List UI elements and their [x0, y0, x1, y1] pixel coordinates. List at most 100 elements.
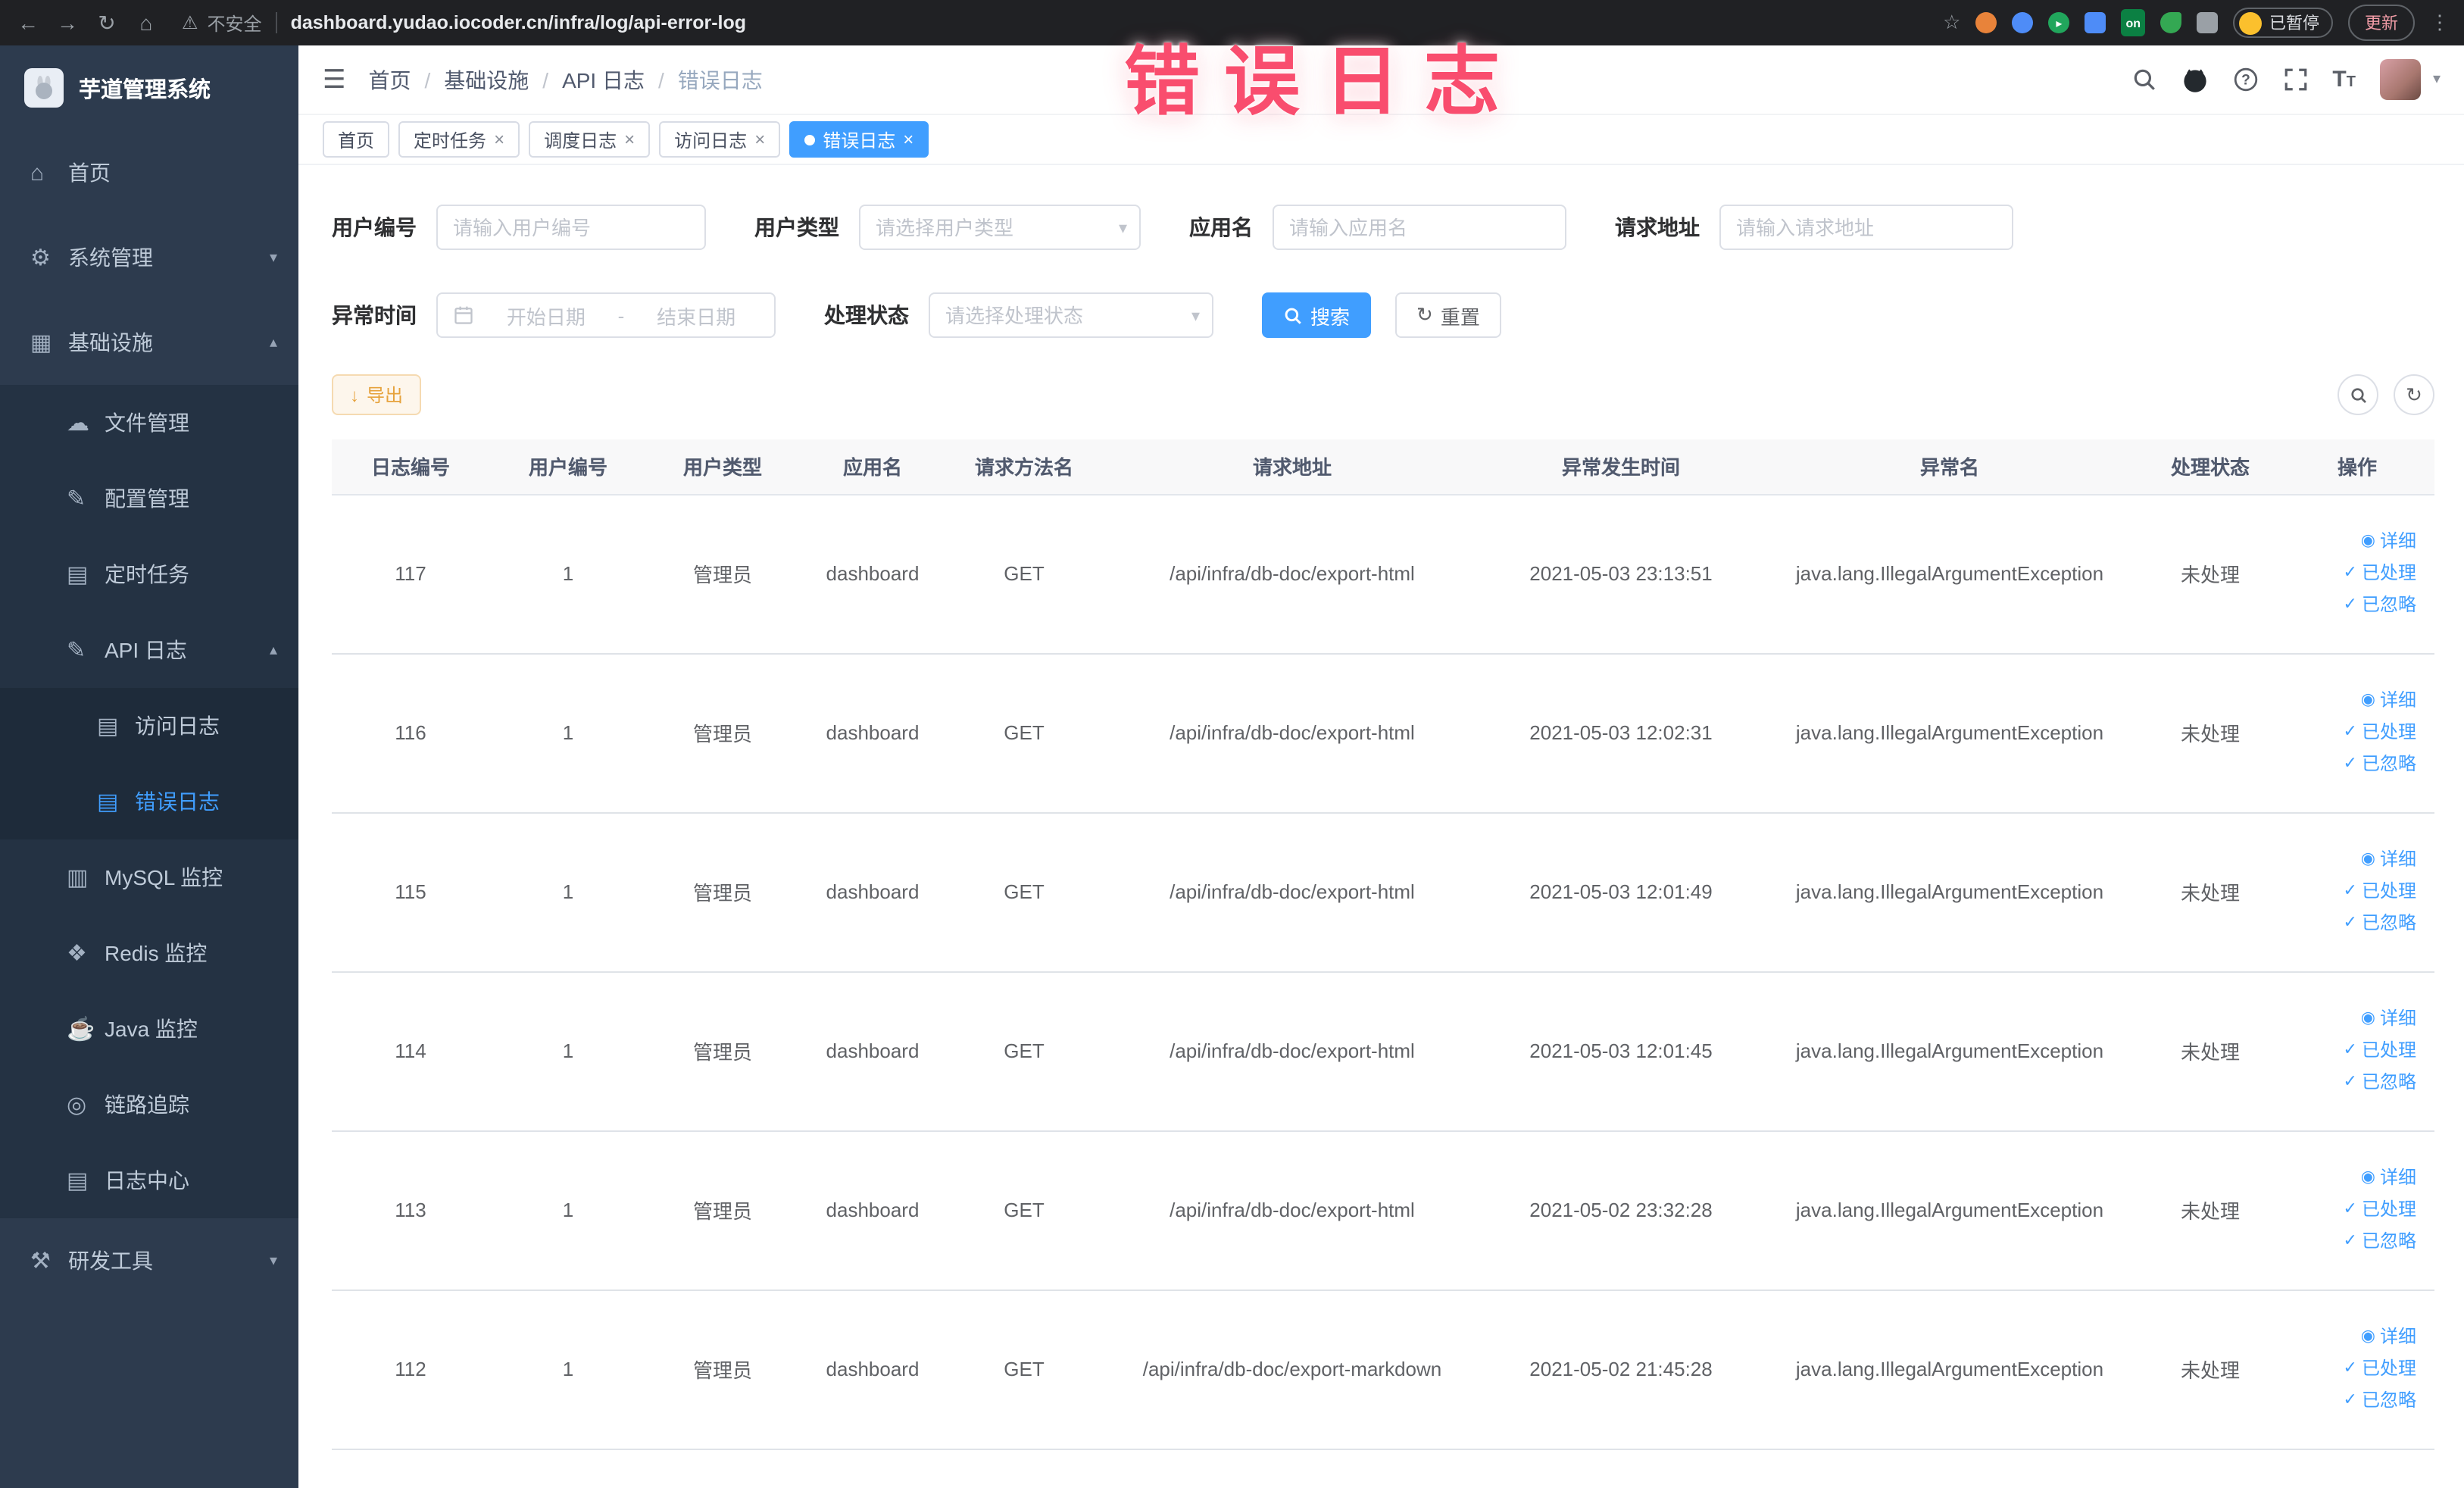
- forward-icon[interactable]: →: [55, 11, 80, 35]
- date-range-input[interactable]: 开始日期 - 结束日期: [436, 292, 776, 338]
- cell-user-id: 1: [489, 653, 647, 813]
- cell-request-url: /api/infra/db-doc/export-html: [1101, 1130, 1483, 1290]
- browser-menu-icon[interactable]: ⋮: [2430, 11, 2450, 35]
- sidebar-item-home[interactable]: ⌂ 首页: [0, 130, 298, 215]
- cell-actions: ◉ 详细 ✓ 已处理 ✓ 已忽略: [2280, 971, 2434, 1131]
- extension-icon-5[interactable]: on: [2121, 9, 2145, 36]
- detail-link[interactable]: ◉ 详细: [2286, 526, 2416, 558]
- cell-exception-time: 2021-05-02 21:45:28: [1483, 1289, 1759, 1449]
- cell-user-id: 1: [489, 1289, 647, 1449]
- check-icon: ✓: [2343, 1391, 2357, 1409]
- search-button[interactable]: 搜索: [1262, 292, 1372, 338]
- avatar[interactable]: [2379, 59, 2421, 100]
- back-icon[interactable]: ←: [15, 11, 41, 35]
- filter-exception-time: 异常时间 开始日期 - 结束日期: [332, 292, 776, 338]
- ignored-link[interactable]: ✓ 已忽略: [2286, 749, 2416, 780]
- extension-icon-4[interactable]: [2085, 12, 2106, 33]
- ignored-link[interactable]: ✓ 已忽略: [2286, 1067, 2416, 1099]
- hamburger-icon[interactable]: ☰: [323, 64, 346, 95]
- sidebar-item-config[interactable]: ✎ 配置管理: [0, 461, 298, 536]
- breadcrumb-item[interactable]: API 日志: [562, 64, 645, 95]
- refresh-button[interactable]: ↻: [2394, 374, 2434, 415]
- user-id-input[interactable]: [436, 205, 706, 250]
- url-bar[interactable]: dashboard.yudao.iocoder.cn/infra/log/api…: [291, 12, 746, 33]
- sidebar-item-trace[interactable]: ◎ 链路追踪: [0, 1067, 298, 1143]
- detail-link[interactable]: ◉ 详细: [2286, 844, 2416, 876]
- ignored-link[interactable]: ✓ 已忽略: [2286, 589, 2416, 621]
- sidebar-item-java[interactable]: ☕ Java 监控: [0, 991, 298, 1067]
- sidebar-item-error-log[interactable]: ▤ 错误日志: [0, 764, 298, 839]
- filter-user-type: 用户类型 ▾: [754, 205, 1141, 250]
- user-type-select[interactable]: [859, 205, 1141, 250]
- extension-icon-2[interactable]: [2012, 12, 2034, 33]
- reload-icon[interactable]: ↻: [94, 10, 120, 36]
- bookmark-star-icon[interactable]: ☆: [1943, 11, 1960, 35]
- extension-icon-3[interactable]: ▸: [2048, 12, 2070, 33]
- processed-link[interactable]: ✓ 已处理: [2286, 558, 2416, 589]
- help-icon[interactable]: ?: [2232, 67, 2258, 92]
- sidebar-item-redis[interactable]: ❖ Redis 监控: [0, 915, 298, 991]
- tab-job-log[interactable]: 调度日志 ×: [529, 121, 651, 158]
- reset-button[interactable]: ↻ 重置: [1395, 292, 1501, 338]
- detail-link[interactable]: ◉ 详细: [2286, 1162, 2416, 1194]
- request-url-input[interactable]: [1719, 205, 2013, 250]
- warning-icon: ⚠: [182, 12, 198, 33]
- breadcrumb-item[interactable]: 基础设施: [444, 64, 529, 95]
- avatar-caret-icon[interactable]: ▾: [2433, 71, 2441, 88]
- col-method: 请求方法名: [947, 439, 1101, 495]
- processed-link[interactable]: ✓ 已处理: [2286, 1194, 2416, 1226]
- ignored-link[interactable]: ✓ 已忽略: [2286, 908, 2416, 939]
- sidebar-item-job[interactable]: ▤ 定时任务: [0, 536, 298, 612]
- detail-link[interactable]: ◉ 详细: [2286, 685, 2416, 717]
- sidebar-item-dev-tools[interactable]: ⚒ 研发工具 ▾: [0, 1218, 298, 1303]
- cell-exception-name: java.lang.IllegalArgumentException: [1759, 653, 2141, 813]
- font-size-icon[interactable]: TT: [2332, 67, 2356, 92]
- sidebar-item-log-center[interactable]: ▤ 日志中心: [0, 1143, 298, 1218]
- profile-paused-badge[interactable]: 已暂停: [2233, 8, 2333, 38]
- search-icon[interactable]: [2131, 67, 2156, 92]
- home-icon[interactable]: ⌂: [133, 11, 159, 35]
- app-name-input[interactable]: [1273, 205, 1566, 250]
- tab-job[interactable]: 定时任务 ×: [398, 121, 520, 158]
- processed-link[interactable]: ✓ 已处理: [2286, 1035, 2416, 1067]
- sidebar-item-system[interactable]: ⚙ 系统管理 ▾: [0, 215, 298, 300]
- security-chip[interactable]: ⚠ 不安全: [182, 10, 262, 36]
- sidebar-item-infra[interactable]: ▦ 基础设施 ▴: [0, 300, 298, 385]
- close-icon[interactable]: ×: [903, 129, 913, 150]
- tab-access-log[interactable]: 访问日志 ×: [659, 121, 781, 158]
- update-button[interactable]: 更新: [2348, 5, 2415, 41]
- extensions-puzzle-icon[interactable]: [2197, 12, 2218, 33]
- sidebar-item-api-log[interactable]: ✎ API 日志 ▴: [0, 612, 298, 688]
- processed-link[interactable]: ✓ 已处理: [2286, 1353, 2416, 1385]
- fullscreen-icon[interactable]: [2282, 67, 2308, 92]
- search-toggle-button[interactable]: [2338, 374, 2378, 415]
- col-user-type: 用户类型: [647, 439, 798, 495]
- export-button[interactable]: ↓ 导出: [332, 374, 422, 415]
- close-icon[interactable]: ×: [624, 129, 635, 150]
- processed-link[interactable]: ✓ 已处理: [2286, 876, 2416, 908]
- tab-home[interactable]: 首页: [323, 121, 390, 158]
- app-logo[interactable]: 芋道管理系统: [0, 45, 298, 130]
- github-icon[interactable]: [2181, 66, 2208, 93]
- breadcrumb-item[interactable]: 首页: [369, 64, 411, 95]
- ignored-link[interactable]: ✓ 已忽略: [2286, 1385, 2416, 1417]
- cell-log-id: 112: [332, 1289, 489, 1449]
- search-button-label: 搜索: [1310, 305, 1351, 328]
- tab-error-log[interactable]: 错误日志 ×: [789, 121, 929, 158]
- close-icon[interactable]: ×: [494, 129, 504, 150]
- document-icon: ▤: [67, 1168, 89, 1194]
- extension-icon-6[interactable]: [2160, 12, 2181, 33]
- process-status-select[interactable]: [929, 292, 1213, 338]
- sidebar-item-file[interactable]: ☁ 文件管理: [0, 385, 298, 461]
- detail-link[interactable]: ◉ 详细: [2286, 1321, 2416, 1353]
- sidebar-item-mysql[interactable]: ▥ MySQL 监控: [0, 839, 298, 915]
- user-id-label: 用户编号: [332, 215, 417, 239]
- cell-method: GET: [947, 653, 1101, 813]
- sidebar-item-access-log[interactable]: ▤ 访问日志: [0, 688, 298, 764]
- close-icon[interactable]: ×: [754, 129, 765, 150]
- processed-link[interactable]: ✓ 已处理: [2286, 717, 2416, 749]
- detail-link[interactable]: ◉ 详细: [2286, 1003, 2416, 1035]
- main-content: ☰ 首页 / 基础设施 / API 日志 / 错误日志 ? TT ▾ 首页 定时…: [298, 45, 2464, 1488]
- ignored-link[interactable]: ✓ 已忽略: [2286, 1226, 2416, 1258]
- extension-icon-1[interactable]: [1975, 12, 1997, 33]
